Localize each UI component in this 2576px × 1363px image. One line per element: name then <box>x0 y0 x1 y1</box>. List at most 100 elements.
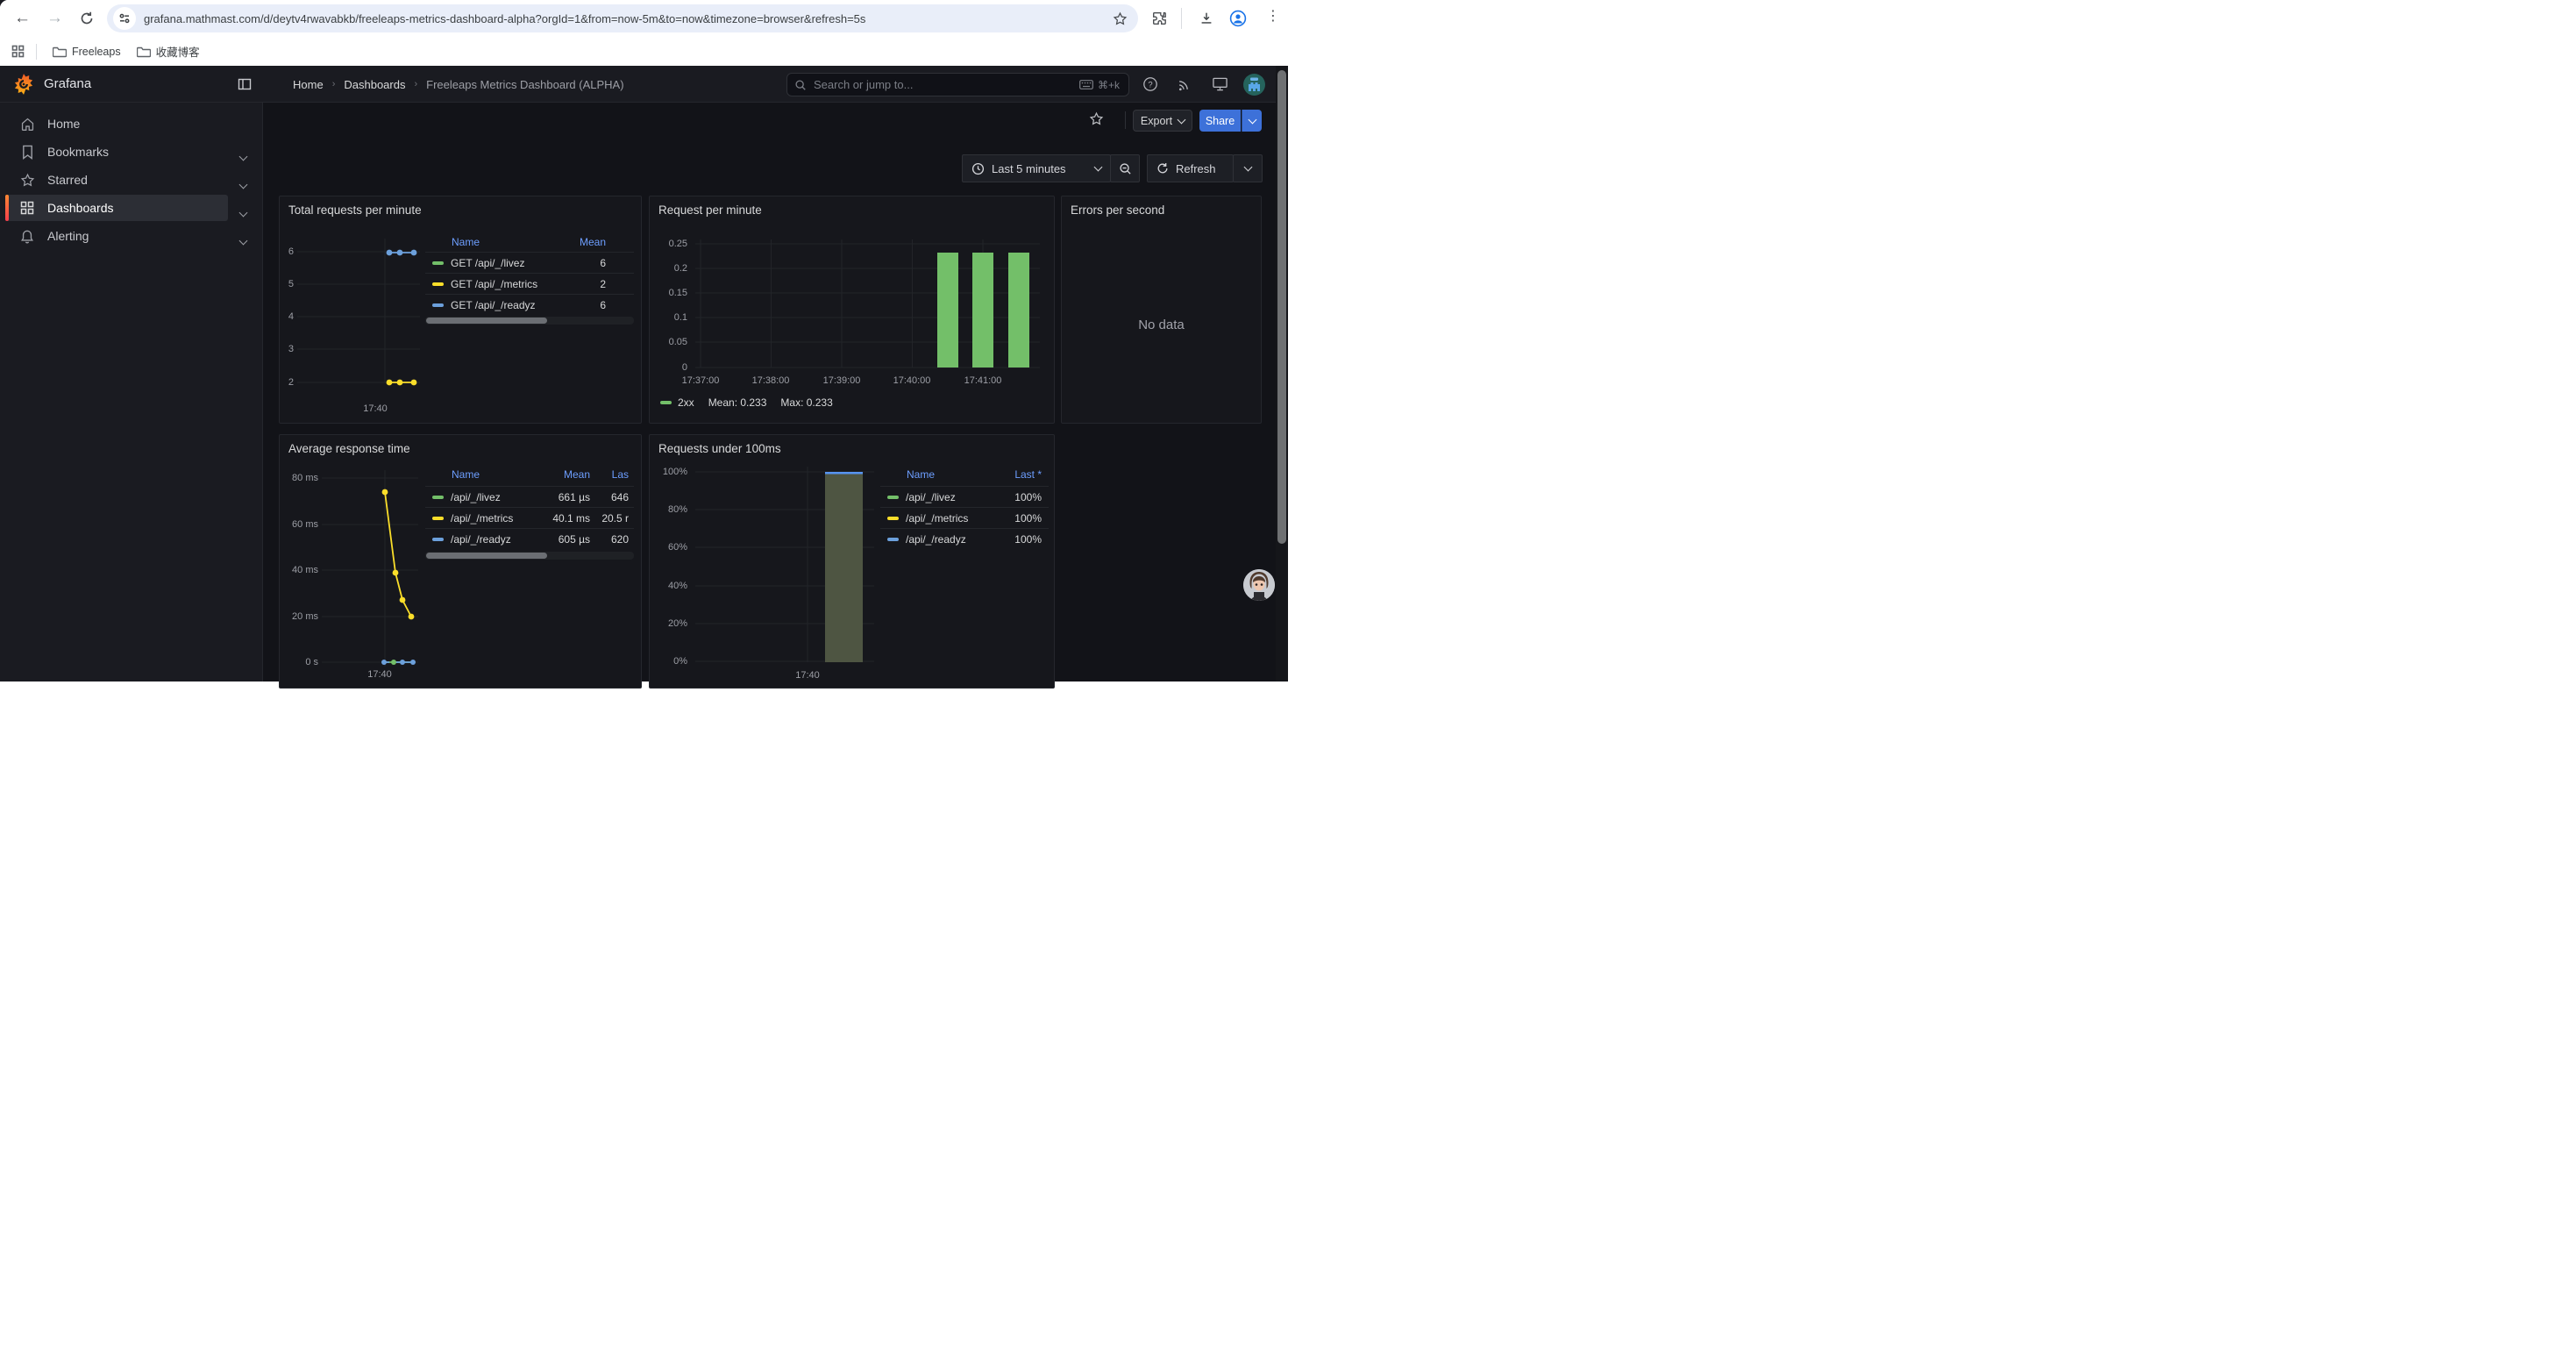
breadcrumb-current: Freeleaps Metrics Dashboard (ALPHA) <box>426 78 623 91</box>
export-chevron-icon <box>1178 115 1186 124</box>
sidebar-item-dashboards[interactable]: Dashboards <box>5 195 228 221</box>
sidebar-item-alerting[interactable]: Alerting <box>5 223 228 249</box>
series-name: /api/_/livez <box>451 491 539 503</box>
col-last[interactable]: Las <box>590 468 634 481</box>
apps-grid-icon[interactable] <box>11 45 25 58</box>
series-name: /api/_/livez <box>906 491 1000 503</box>
col-last[interactable]: Last * <box>1000 468 1049 481</box>
share-dropdown-button[interactable] <box>1242 110 1262 132</box>
page-scrollbar-thumb[interactable] <box>1277 70 1286 544</box>
grafana-app: Grafana Home › Dashboards › Freeleaps Me… <box>0 66 1288 682</box>
site-settings-icon[interactable] <box>113 7 136 30</box>
favorite-star-icon[interactable] <box>1089 111 1104 126</box>
bookmarks-bar: Freeleaps 收藏博客 <box>0 37 1288 66</box>
bookmark-star-icon[interactable] <box>1113 11 1128 26</box>
bookmark-label: Freeleaps <box>72 46 121 58</box>
chevron-down-icon[interactable] <box>240 148 246 164</box>
chevron-down-icon[interactable] <box>240 176 246 192</box>
search-input[interactable]: Search or jump to... ⌘+k <box>786 73 1129 96</box>
col-name[interactable]: Name <box>452 236 480 248</box>
floating-assistant-avatar[interactable] <box>1243 569 1275 601</box>
panel-errors-per-second[interactable]: Errors per second No data <box>1061 196 1262 424</box>
series-mean: 605 µs <box>539 533 590 546</box>
legend-max: Max: 0.233 <box>780 396 832 409</box>
bookmark-folder-blogs[interactable]: 收藏博客 <box>137 43 200 60</box>
folder-icon <box>53 46 67 58</box>
sidebar-item-starred[interactable]: Starred <box>5 167 228 193</box>
col-mean[interactable]: Mean <box>480 236 634 248</box>
panel-average-response-time[interactable]: Average response time 80 ms 60 ms 40 ms … <box>279 434 642 689</box>
search-shortcut: ⌘+k <box>1098 79 1120 91</box>
back-icon[interactable]: ← <box>14 10 31 26</box>
y-tick: 4 <box>280 310 294 323</box>
sidebar-toggle-icon[interactable] <box>238 77 252 91</box>
search-icon <box>794 79 807 91</box>
series-name: GET /api/_/readyz <box>451 299 600 311</box>
brand-label: Grafana <box>44 76 91 91</box>
legend: 2xx Mean: 0.233 Max: 0.233 <box>660 396 833 409</box>
download-icon[interactable] <box>1199 11 1214 26</box>
breadcrumb-dashboards[interactable]: Dashboards <box>344 78 405 91</box>
export-button[interactable]: Export <box>1133 110 1192 132</box>
chevron-down-icon[interactable] <box>240 204 246 220</box>
y-tick: 0.1 <box>650 311 687 324</box>
bookmark-label: 收藏博客 <box>156 43 200 60</box>
y-tick: 5 <box>280 278 294 290</box>
legend-row[interactable]: /api/_/readyz 100% <box>880 528 1049 549</box>
news-rss-icon[interactable] <box>1177 66 1192 103</box>
legend-mean: Mean: 0.233 <box>708 396 767 409</box>
legend-header: Name Mean Las <box>425 463 634 486</box>
help-icon[interactable]: ? <box>1142 66 1158 103</box>
export-label: Export <box>1141 115 1172 127</box>
col-name[interactable]: Name <box>452 468 539 481</box>
col-mean[interactable]: Mean <box>539 468 590 481</box>
y-tick: 80% <box>650 503 687 516</box>
series-name[interactable]: 2xx <box>678 396 694 409</box>
extensions-icon[interactable] <box>1151 11 1167 26</box>
user-avatar[interactable] <box>1243 66 1265 103</box>
profile-icon[interactable] <box>1229 10 1247 27</box>
zoom-out-icon <box>1119 162 1132 175</box>
bar-chart <box>695 235 1042 372</box>
browser-toolbar: ← → grafana.mathmast.com/d/deytv4rwavabk… <box>0 0 1288 37</box>
chevron-down-icon[interactable] <box>240 232 246 248</box>
bookmark-folder-freeleaps[interactable]: Freeleaps <box>53 46 121 58</box>
series-swatch <box>432 282 444 286</box>
star-icon <box>19 173 35 188</box>
legend-row[interactable]: GET /api/_/metrics 2 <box>425 273 634 294</box>
legend-row[interactable]: GET /api/_/readyz 6 <box>425 294 634 315</box>
dashboard-main: Export Share Last 5 minutes Refresh Tota… <box>263 103 1288 682</box>
sidebar-item-label: Dashboards <box>47 201 114 215</box>
col-name[interactable]: Name <box>907 468 1000 481</box>
share-button[interactable]: Share <box>1199 110 1241 132</box>
legend-scrollbar[interactable] <box>425 552 634 560</box>
forward-icon[interactable]: → <box>46 10 63 26</box>
sidebar-item-label: Bookmarks <box>47 145 109 159</box>
reload-icon[interactable] <box>79 11 95 26</box>
refresh-button[interactable]: Refresh <box>1147 154 1234 182</box>
refresh-interval-dropdown[interactable] <box>1233 154 1263 182</box>
panel-request-per-minute[interactable]: Request per minute 0.25 0.2 0.15 0.1 0.0… <box>649 196 1055 424</box>
time-chevron-icon <box>1094 163 1103 172</box>
menu-kebab-icon[interactable]: ⋮ <box>1266 10 1280 24</box>
legend-row[interactable]: /api/_/metrics 40.1 ms 20.5 r <box>425 507 634 528</box>
panel-total-requests[interactable]: Total requests per minute 6 5 4 3 2 17:4… <box>279 196 642 424</box>
time-range-picker[interactable]: Last 5 minutes <box>962 154 1111 182</box>
panel-requests-under-100ms[interactable]: Requests under 100ms 100% 80% 60% 40% 20… <box>649 434 1055 689</box>
line-chart <box>322 470 422 674</box>
legend-row[interactable]: GET /api/_/livez 6 <box>425 252 634 273</box>
series-name: /api/_/metrics <box>906 512 1000 525</box>
panel-title: Request per minute <box>658 203 762 217</box>
grafana-logo[interactable] <box>12 73 35 96</box>
legend-scrollbar[interactable] <box>425 317 634 325</box>
sidebar-item-bookmarks[interactable]: Bookmarks <box>5 139 228 165</box>
sidebar-item-home[interactable]: Home <box>5 111 228 137</box>
zoom-out-button[interactable] <box>1110 154 1140 182</box>
legend-row[interactable]: /api/_/metrics 100% <box>880 507 1049 528</box>
url-bar[interactable]: grafana.mathmast.com/d/deytv4rwavabkb/fr… <box>107 4 1138 32</box>
legend-row[interactable]: /api/_/livez 100% <box>880 486 1049 507</box>
monitor-icon[interactable] <box>1212 66 1228 103</box>
legend-row[interactable]: /api/_/livez 661 µs 646 <box>425 486 634 507</box>
legend-row[interactable]: /api/_/readyz 605 µs 620 <box>425 528 634 549</box>
breadcrumb-home[interactable]: Home <box>293 78 324 91</box>
